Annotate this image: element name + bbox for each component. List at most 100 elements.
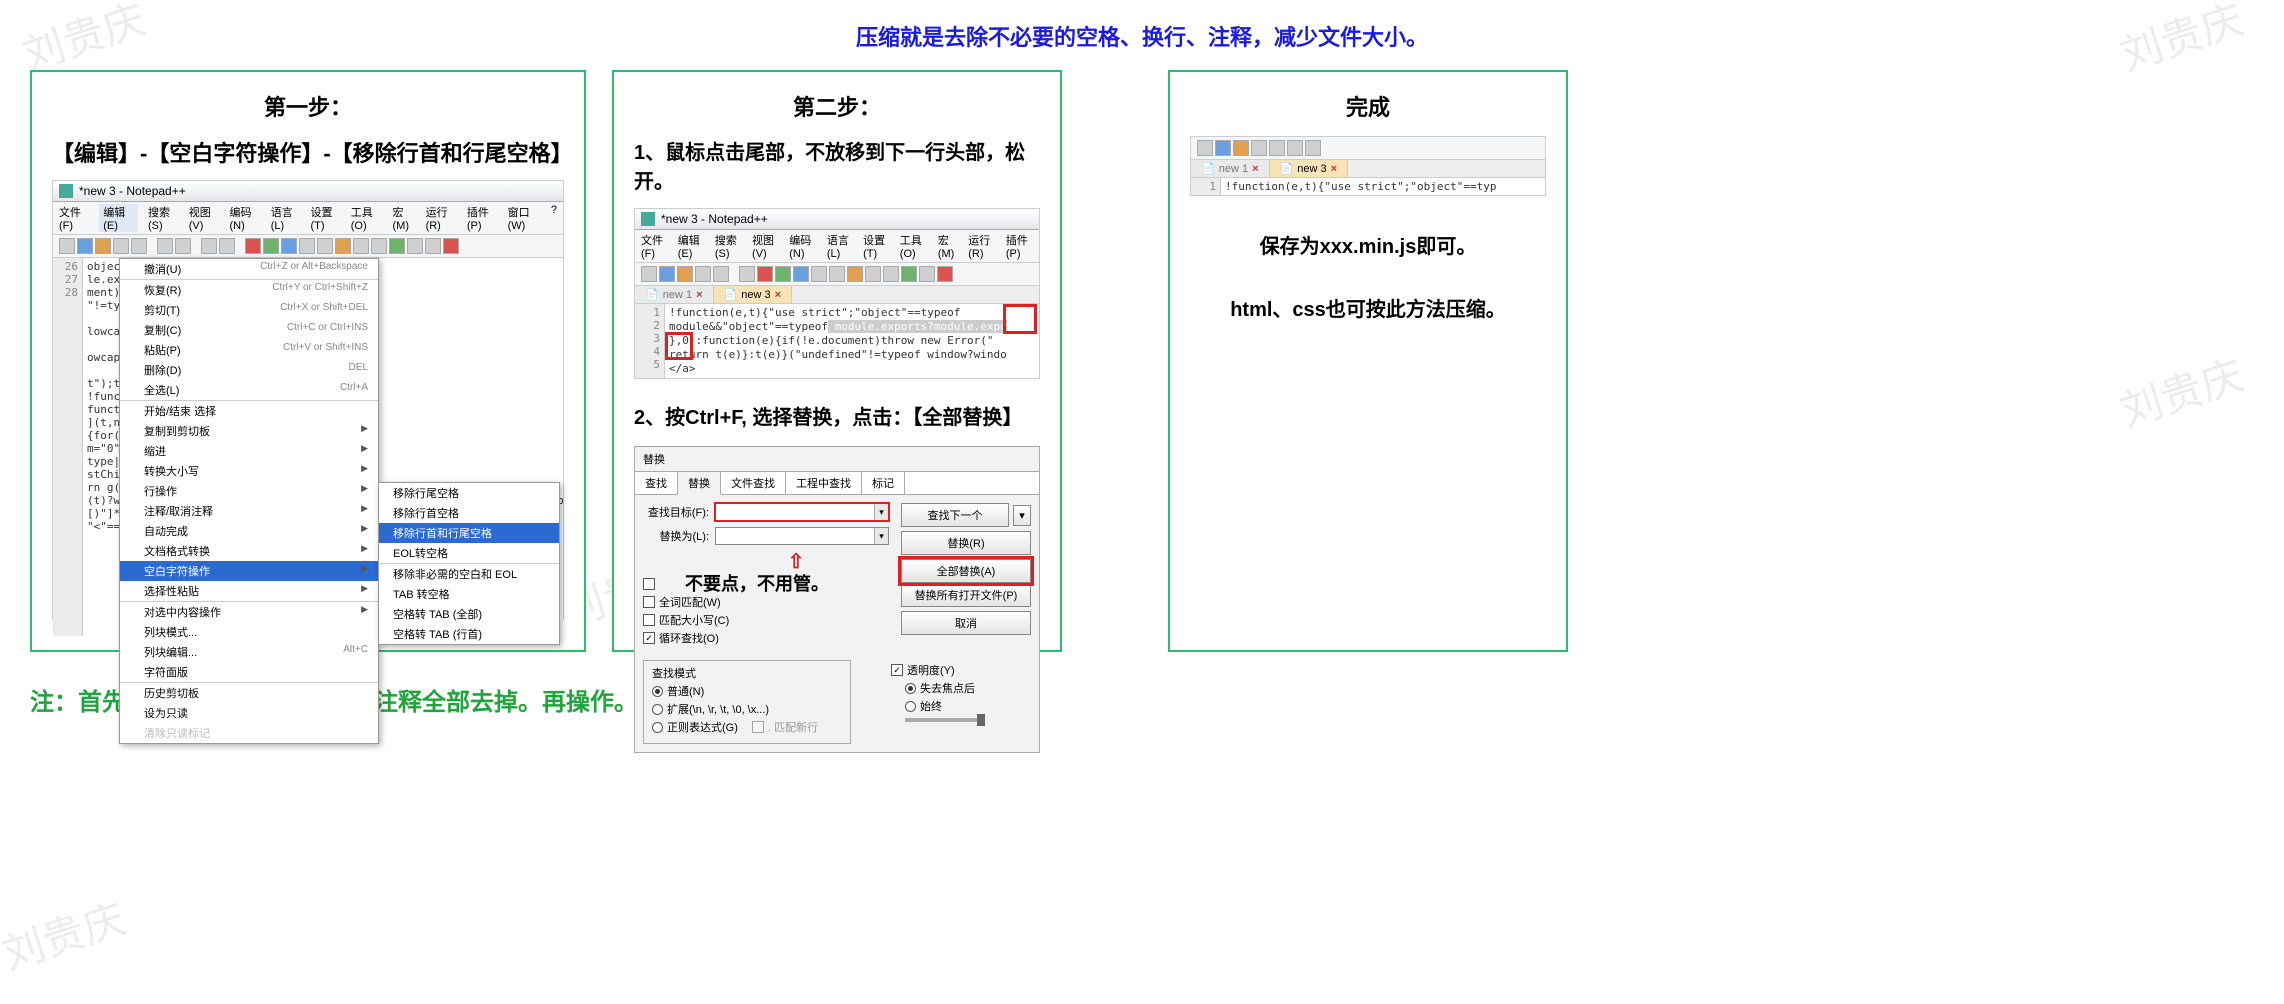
mode-extended-radio[interactable] <box>652 704 663 715</box>
code-area[interactable]: !function(e,t){"use strict";"object"==ty… <box>1221 178 1545 195</box>
menu-item[interactable]: 编辑(E) <box>678 232 705 260</box>
tab-new3[interactable]: 📄new 3× <box>1270 160 1349 177</box>
toolbar-icon[interactable] <box>757 266 773 282</box>
toolbar-icon[interactable] <box>659 266 675 282</box>
toolbar-icon[interactable] <box>1251 140 1267 156</box>
toolbar-icon[interactable] <box>317 238 333 254</box>
menu-item[interactable]: 插件(P) <box>1006 232 1033 260</box>
toolbar-icon[interactable] <box>793 266 809 282</box>
dialog-tab[interactable]: 替换 <box>678 472 721 495</box>
toolbar-icon[interactable] <box>937 266 953 282</box>
dialog-tab[interactable]: 标记 <box>862 472 905 494</box>
toolbar-icon[interactable] <box>175 238 191 254</box>
replace-button[interactable]: 替换(R) <box>901 531 1031 555</box>
toolbar-icon[interactable] <box>1197 140 1213 156</box>
wrap-checkbox[interactable]: ✓ <box>643 632 655 644</box>
toolbar-icon[interactable] <box>1305 140 1321 156</box>
toolbar-icon[interactable] <box>1269 140 1285 156</box>
whitespace-submenu[interactable]: 移除行尾空格移除行首空格移除行首和行尾空格EOL转空格移除非必需的空白和 EOL… <box>378 482 560 645</box>
menu-item[interactable]: 粘贴(P)Ctrl+V or Shift+INS <box>120 340 378 360</box>
menu-item[interactable]: 编辑(E) <box>99 204 138 232</box>
menu-item[interactable]: 删除(D)DEL <box>120 360 378 380</box>
menu-item[interactable]: 清除只读标记 <box>120 723 378 743</box>
toolbar-icon[interactable] <box>739 266 755 282</box>
toolbar-icon[interactable] <box>219 238 235 254</box>
dialog-tabs[interactable]: 查找替换文件查找工程中查找标记 <box>635 472 1039 495</box>
mode-normal-radio[interactable] <box>652 686 663 697</box>
menu-item[interactable]: 注释/取消注释 <box>120 501 378 521</box>
toolbar-icon[interactable] <box>77 238 93 254</box>
trans-always-radio[interactable] <box>905 701 916 712</box>
menu-item[interactable]: 宏(M) <box>938 232 958 260</box>
menu-item[interactable]: 设为只读 <box>120 703 378 723</box>
tab-new1[interactable]: 📄new 1× <box>1191 160 1270 177</box>
toolbar-icon[interactable] <box>245 238 261 254</box>
submenu-item[interactable]: 空格转 TAB (全部) <box>379 604 559 624</box>
menu-item[interactable]: 工具(O) <box>900 232 928 260</box>
dropdown-arrow-icon[interactable]: ▾ <box>874 528 888 544</box>
toolbar-icon[interactable] <box>425 238 441 254</box>
editor-tabs[interactable]: 📄new 1× 📄new 3× <box>635 286 1039 304</box>
toolbar-icon[interactable] <box>201 238 217 254</box>
menu-item[interactable]: 自动完成 <box>120 521 378 541</box>
menu-item[interactable]: 复制(C)Ctrl+C or Ctrl+INS <box>120 320 378 340</box>
menu-item[interactable]: 开始/结束 选择 <box>120 400 378 421</box>
toolbar-icon[interactable] <box>847 266 863 282</box>
menu-item[interactable]: 编码(N) <box>789 232 817 260</box>
toolbar-icon[interactable] <box>59 238 75 254</box>
menu-item[interactable]: 空白字符操作 <box>120 561 378 581</box>
toolbar-icon[interactable] <box>713 266 729 282</box>
whole-word-checkbox[interactable] <box>643 596 655 608</box>
toolbar-icon[interactable] <box>775 266 791 282</box>
toolbar-icon[interactable] <box>677 266 693 282</box>
toolbar-icon[interactable] <box>1215 140 1231 156</box>
toolbar-icon[interactable] <box>263 238 279 254</box>
menu-item[interactable]: 运行(R) <box>426 204 457 232</box>
toolbar-icon[interactable] <box>335 238 351 254</box>
menu-item[interactable]: 行操作 <box>120 481 378 501</box>
toolbar-icon[interactable] <box>281 238 297 254</box>
menu-item[interactable]: 搜索(S) <box>148 204 179 232</box>
tab-new1[interactable]: 📄new 1× <box>635 286 714 303</box>
submenu-item[interactable]: 移除非必需的空白和 EOL <box>379 563 559 584</box>
menu-item[interactable]: 设置(T) <box>863 232 890 260</box>
menu-item[interactable]: 对选中内容操作 <box>120 601 378 622</box>
toolbar-icon[interactable] <box>299 238 315 254</box>
menu-item[interactable]: 全选(L)Ctrl+A <box>120 380 378 400</box>
submenu-item[interactable]: EOL转空格 <box>379 543 559 563</box>
submenu-item[interactable]: 空格转 TAB (行首) <box>379 624 559 644</box>
toolbar-icon[interactable] <box>389 238 405 254</box>
toolbar-icon[interactable] <box>1287 140 1303 156</box>
code-area[interactable]: !function(e,t){"use strict";"object"==ty… <box>665 304 1039 378</box>
trans-onlose-radio[interactable] <box>905 683 916 694</box>
find-target-input[interactable]: ▾ <box>715 503 889 521</box>
toolbar-icon[interactable] <box>353 238 369 254</box>
menubar[interactable]: 文件(F)编辑(E)搜索(S)视图(V)编码(N)语言(L)设置(T)工具(O)… <box>53 202 563 235</box>
toolbar-icon[interactable] <box>157 238 173 254</box>
menu-item[interactable]: 复制到剪切板 <box>120 421 378 441</box>
submenu-item[interactable]: TAB 转空格 <box>379 584 559 604</box>
menu-item[interactable]: 剪切(T)Ctrl+X or Shift+DEL <box>120 300 378 320</box>
submenu-item[interactable]: 移除行尾空格 <box>379 483 559 503</box>
menu-item[interactable]: 插件(P) <box>467 204 498 232</box>
transparency-checkbox[interactable]: ✓ <box>891 664 903 676</box>
toolbar-icon[interactable] <box>443 238 459 254</box>
dialog-tab[interactable]: 工程中查找 <box>786 472 862 494</box>
submenu-item[interactable]: 移除行首空格 <box>379 503 559 523</box>
toolbar-icon[interactable] <box>641 266 657 282</box>
toolbar-icon[interactable] <box>901 266 917 282</box>
menu-item[interactable]: 窗口(W) <box>508 204 541 232</box>
menu-item[interactable]: 撤消(U)Ctrl+Z or Alt+Backspace <box>120 259 378 279</box>
menu-item[interactable]: 字符面版 <box>120 662 378 682</box>
toolbar-icon[interactable] <box>811 266 827 282</box>
menu-item[interactable]: 设置(T) <box>310 204 340 232</box>
menu-item[interactable]: 文档格式转换 <box>120 541 378 561</box>
menu-item[interactable]: 列块编辑...Alt+C <box>120 642 378 662</box>
menu-item[interactable]: 语言(L) <box>271 204 301 232</box>
cancel-button[interactable]: 取消 <box>901 611 1031 635</box>
menu-item[interactable]: 编码(N) <box>229 204 260 232</box>
toolbar[interactable] <box>53 235 563 258</box>
menu-item[interactable]: 宏(M) <box>393 204 416 232</box>
toolbar-icon[interactable] <box>829 266 845 282</box>
toolbar[interactable] <box>1191 137 1545 160</box>
